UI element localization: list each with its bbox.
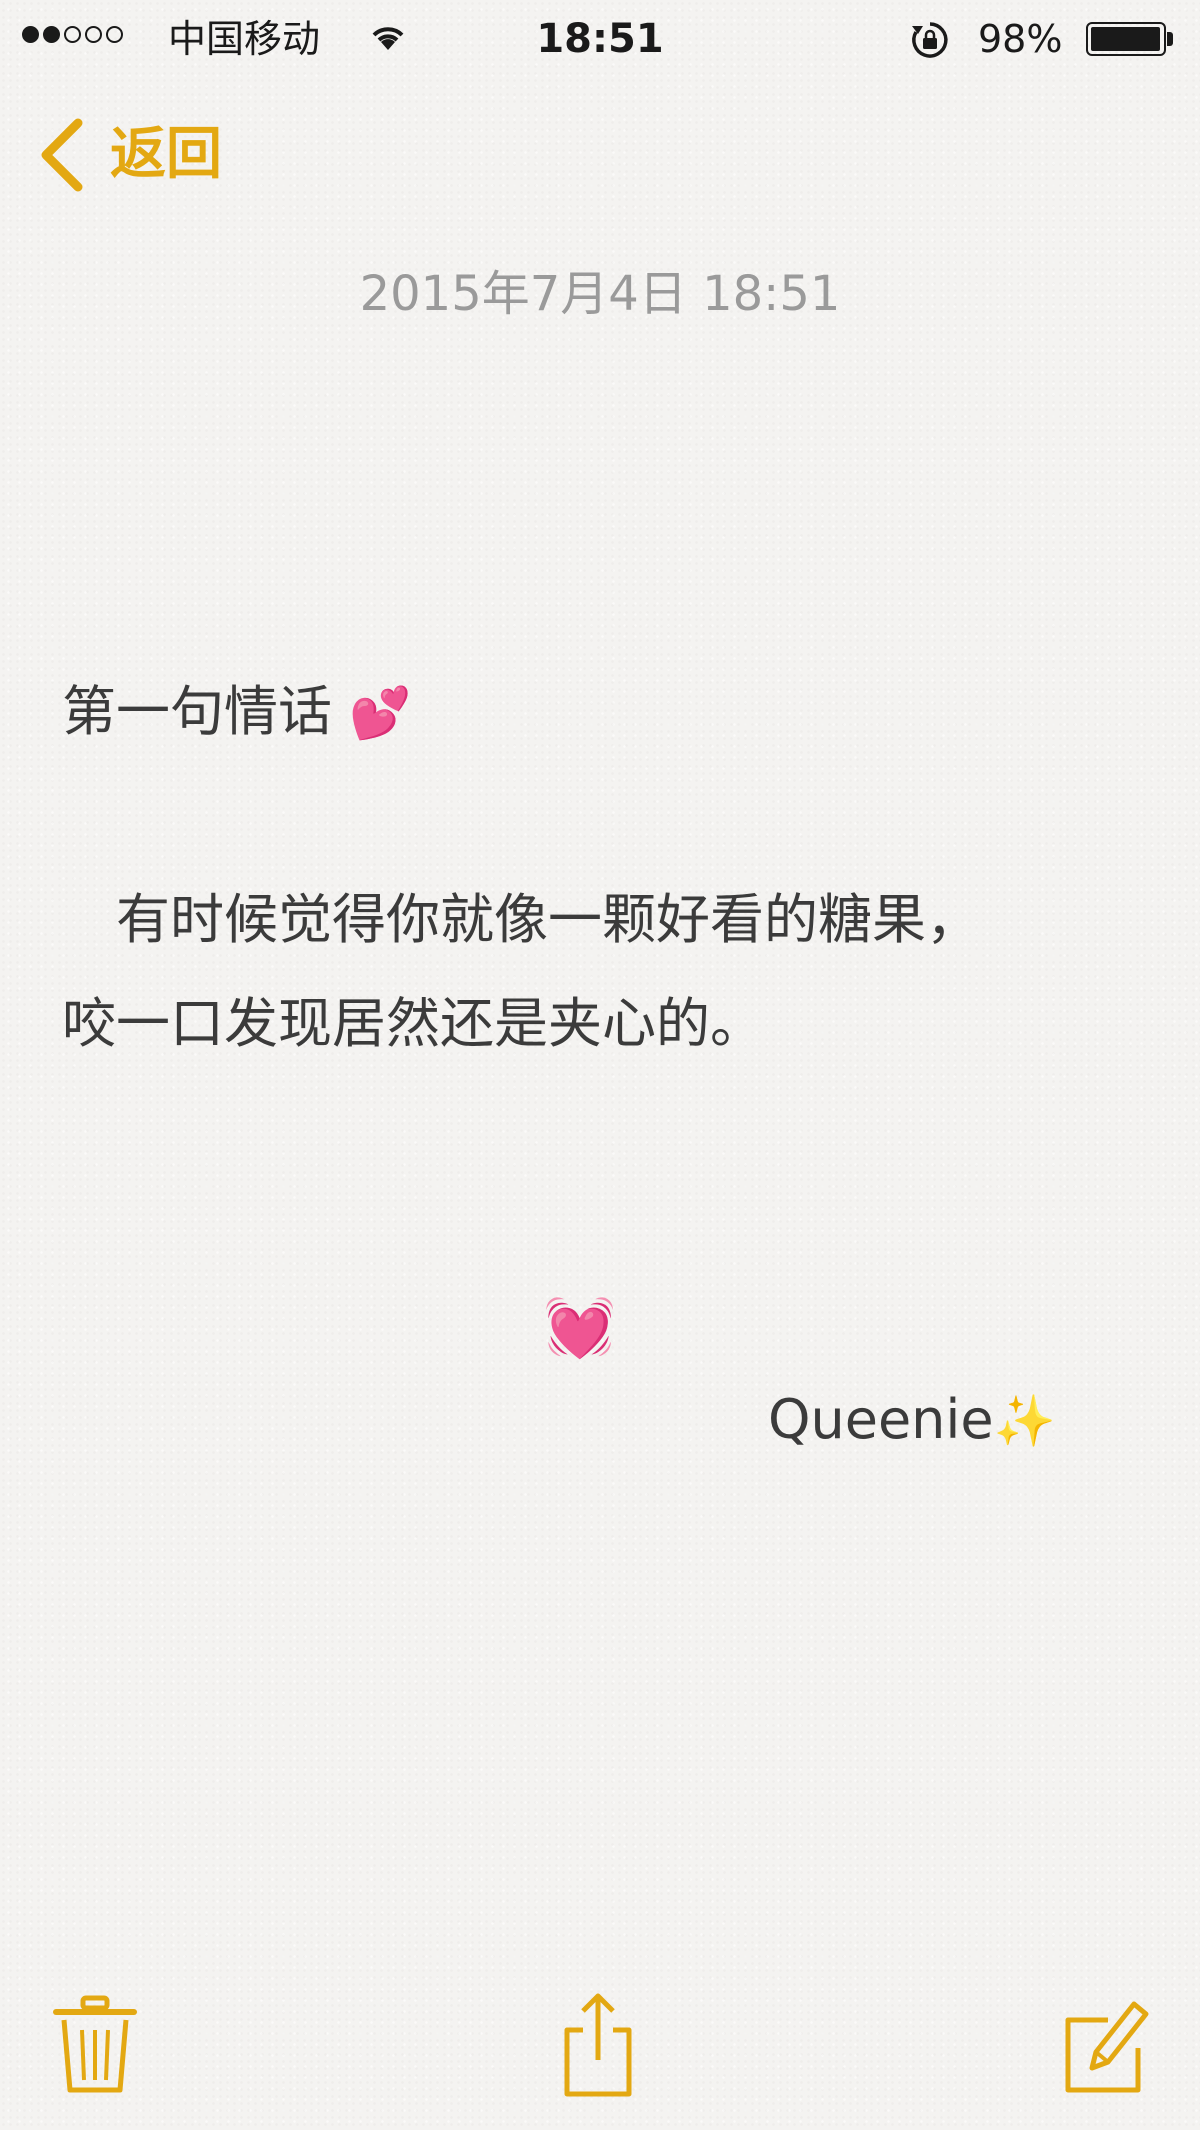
- share-icon: [564, 1993, 632, 2097]
- rotation-lock-icon: [912, 22, 948, 58]
- compose-icon: [1065, 2001, 1149, 2093]
- note-line-2: 咬一口发现居然还是夹心的。: [62, 992, 764, 1055]
- note-title: 第一句情话: [62, 680, 332, 743]
- sparkles-emoji: ✨: [993, 1392, 1056, 1450]
- battery-level-fill: [1091, 27, 1160, 51]
- beating-heart-emoji: 💓: [543, 1293, 617, 1361]
- two-hearts-emoji: 💕: [349, 684, 412, 742]
- note-signature: Queenie✨: [768, 1385, 1056, 1456]
- back-button[interactable]: 返回: [34, 110, 222, 200]
- trash-icon: [53, 1995, 137, 2093]
- battery-icon: [1086, 22, 1178, 58]
- battery-percent: 98%: [978, 17, 1063, 61]
- note-title-line: 第一句情话 💕: [62, 660, 1142, 764]
- chevron-left-icon: [41, 118, 83, 192]
- trash-button[interactable]: [50, 1990, 140, 2100]
- signature-text: Queenie: [768, 1388, 994, 1451]
- compose-button[interactable]: [1060, 1990, 1150, 2100]
- note-date: 2015年7月4日 18:51: [359, 266, 841, 322]
- status-bar: 中国移动 18:51 98%: [0, 0, 1200, 80]
- back-label: 返回: [110, 122, 222, 187]
- note-line-1: 有时候觉得你就像一颗好看的糖果，: [62, 888, 980, 951]
- share-button[interactable]: [553, 1990, 643, 2100]
- note-body[interactable]: 第一句情话 💕 有时候觉得你就像一颗好看的糖果， 咬一口发现居然还是夹心的。: [62, 660, 1142, 1076]
